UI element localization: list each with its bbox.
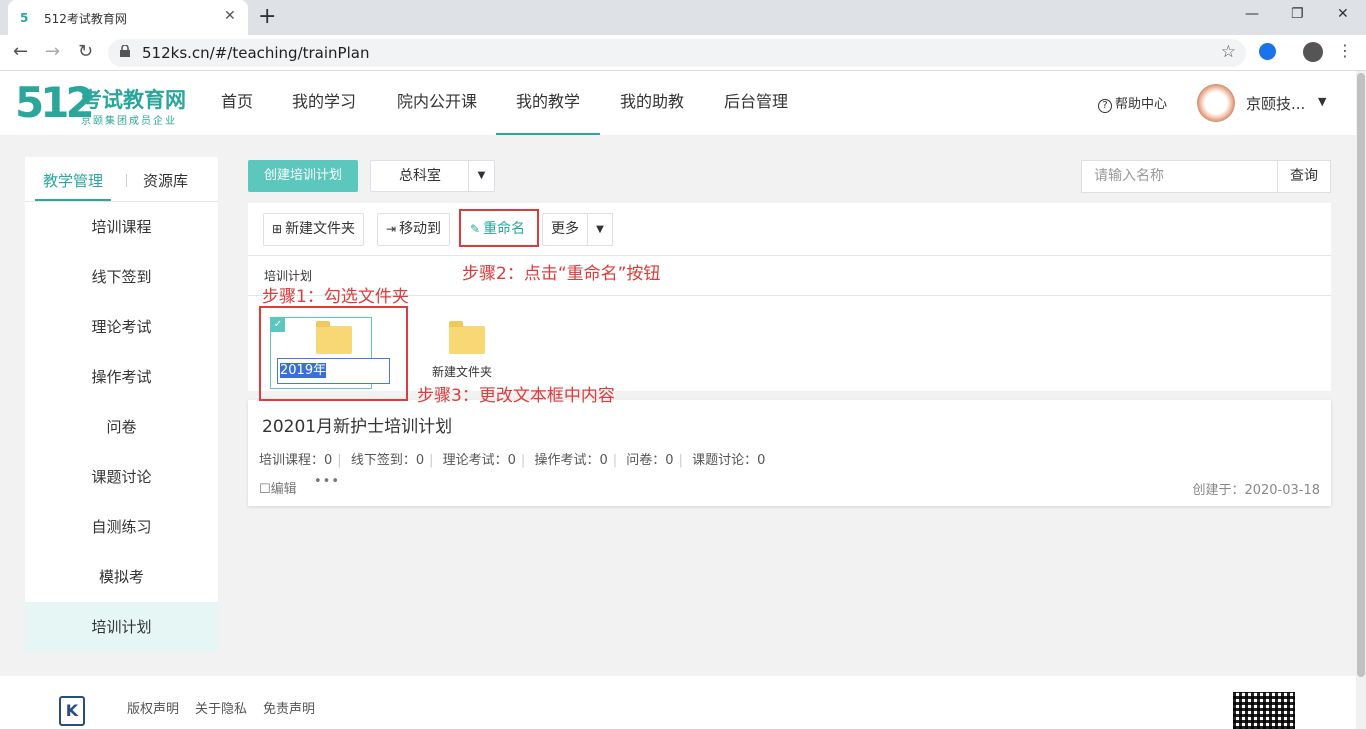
maximize-icon[interactable]: ❐: [1291, 6, 1304, 22]
annotation-step3: 步骤3：更改文本框中内容: [417, 386, 615, 406]
annotation-box-folder: [259, 306, 408, 401]
browser-tab[interactable]: 5 512考试教育网 ✕: [8, 0, 248, 35]
annotation-step2: 步骤2：点击“重命名”按钮: [462, 264, 661, 284]
help-center-link[interactable]: ? 帮助中心: [1098, 93, 1167, 113]
sidebar-item-questionnaire[interactable]: 问卷: [25, 402, 218, 452]
logo-name: 考试教育网: [81, 88, 186, 112]
search-input[interactable]: 请输入名称: [1081, 160, 1278, 193]
close-tab-icon[interactable]: ✕: [224, 8, 236, 24]
move-to-button[interactable]: ⇥ 移动到: [377, 213, 451, 246]
close-window-icon[interactable]: ✕: [1337, 6, 1349, 22]
browser-menu-icon[interactable]: ⋮: [1337, 42, 1353, 60]
extension-icon[interactable]: [1259, 43, 1276, 60]
more-button[interactable]: 更多: [542, 213, 588, 246]
logo-mark: 512: [15, 78, 95, 127]
username[interactable]: 京颐技...: [1246, 93, 1305, 114]
move-to-label: 移动到: [399, 221, 442, 237]
annotation-step1: 步骤1：勾选文件夹: [262, 287, 409, 307]
active-tab-indicator: [35, 199, 111, 201]
logo-slogan: 京颐集团成员企业: [81, 116, 177, 127]
nav-my-learning[interactable]: 我的学习: [282, 71, 366, 135]
footer-link-copyright[interactable]: 版权声明: [127, 698, 179, 717]
sidebar-item-training-plan[interactable]: 培训计划: [25, 602, 218, 652]
caret-down-icon[interactable]: ▼: [1318, 95, 1326, 108]
chevron-down-icon[interactable]: ▼: [468, 161, 494, 191]
back-icon[interactable]: ←: [13, 41, 28, 63]
add-folder-icon: ⊞: [272, 222, 283, 236]
address-bar: ← → ↻ 512ks.cn/#/teaching/trainPlan ☆: [0, 35, 1366, 71]
reload-icon[interactable]: ↻: [78, 41, 93, 63]
new-folder-label: 新建文件夹: [285, 221, 356, 237]
forward-icon[interactable]: →: [45, 41, 60, 63]
edit-icon: ☐: [259, 482, 271, 497]
footer: K 版权声明 关于隐私 免责声明: [0, 676, 1356, 729]
tab-teaching-management[interactable]: 教学管理: [43, 170, 103, 191]
scrollbar[interactable]: [1356, 71, 1366, 729]
nav-my-teaching[interactable]: 我的教学: [496, 71, 600, 135]
footer-link-privacy[interactable]: 关于隐私: [195, 698, 247, 717]
stat-practical-exam: 操作考试：0: [534, 453, 608, 468]
edit-button[interactable]: ☐编辑: [259, 478, 297, 497]
site-favicon-icon: 5: [20, 11, 29, 25]
move-icon: ⇥: [386, 222, 397, 236]
nav-my-assistant[interactable]: 我的助教: [610, 71, 694, 135]
folder-name: 新建文件夹: [432, 365, 493, 379]
help-label: 帮助中心: [1115, 97, 1168, 112]
nav-home[interactable]: 首页: [210, 71, 264, 135]
footer-logo: K: [59, 696, 85, 726]
department-select[interactable]: 总科室 ▼: [370, 160, 495, 192]
nav-admin[interactable]: 后台管理: [714, 71, 798, 135]
qr-code: [1233, 692, 1295, 729]
search-button[interactable]: 查询: [1277, 160, 1331, 193]
scrollbar-thumb[interactable]: [1357, 73, 1365, 677]
annotation-box-rename: [459, 209, 539, 247]
sidebar: 教学管理 资源库 培训课程 线下签到 理论考试 操作考试 问卷 课题讨论 自测练…: [25, 157, 218, 652]
folder-icon: [449, 321, 485, 354]
avatar[interactable]: [1197, 84, 1235, 122]
nav-open-courses[interactable]: 院内公开课: [386, 71, 488, 135]
sidebar-item-discussion[interactable]: 课题讨论: [25, 452, 218, 502]
sidebar-item-self-test[interactable]: 自测练习: [25, 502, 218, 552]
more-caret-icon[interactable]: ▼: [587, 213, 613, 246]
sidebar-item-mock-exam[interactable]: 模拟考: [25, 552, 218, 602]
sidebar-item-training-course[interactable]: 培训课程: [25, 202, 218, 252]
browser-tab-bar: 5 512考试教育网 ✕ + — ❐ ✕: [0, 0, 1366, 35]
lock-icon: [120, 45, 130, 57]
bookmark-star-icon[interactable]: ☆: [1221, 42, 1236, 62]
divider: [248, 295, 1331, 296]
sidebar-tabs: 教学管理 资源库: [25, 157, 218, 202]
training-plan-card[interactable]: 20201月新护士培训计划 培训课程：0 | 线下签到：0 | 理论考试：0 | 操作…: [248, 400, 1331, 506]
sidebar-item-offline-checkin[interactable]: 线下签到: [25, 252, 218, 302]
site-header: 512 考试教育网 京颐集团成员企业 首页 我的学习 院内公开课 我的教学 我的…: [0, 71, 1356, 135]
stat-discussion: 课题讨论：0: [692, 453, 766, 468]
department-value: 总科室: [399, 168, 441, 184]
tab-title: 512考试教育网: [44, 12, 127, 26]
site-logo[interactable]: 512 考试教育网 京颐集团成员企业: [15, 76, 195, 131]
url-text: 512ks.cn/#/teaching/trainPlan: [142, 44, 370, 62]
folder-panel: ⊞ 新建文件夹 ⇥ 移动到 ✎ 重命名 更多 ▼ 培训计划: [248, 203, 1331, 391]
plan-stats: 培训课程：0 | 线下签到：0 | 理论考试：0 | 操作考试：0 | 问卷：0 | 课题…: [259, 453, 766, 468]
profile-icon[interactable]: [1303, 42, 1323, 62]
more-options-icon[interactable]: •••: [314, 474, 340, 489]
tab-divider: [126, 174, 127, 187]
created-date: 创建于：2020-03-18: [1192, 483, 1320, 498]
sidebar-item-theory-exam[interactable]: 理论考试: [25, 302, 218, 352]
stat-theory-exam: 理论考试：0: [442, 453, 516, 468]
plan-title[interactable]: 20201月新护士培训计划: [262, 412, 452, 437]
url-field[interactable]: 512ks.cn/#/teaching/trainPlan ☆: [108, 39, 1246, 67]
divider: [248, 255, 1331, 256]
tab-resource-library[interactable]: 资源库: [143, 170, 188, 191]
new-tab-icon[interactable]: +: [258, 4, 276, 30]
stat-offline-checkin: 线下签到：0: [350, 453, 425, 468]
footer-link-disclaimer[interactable]: 免责声明: [263, 698, 315, 717]
stat-training-course: 培训课程：0: [259, 453, 333, 468]
sidebar-item-practical-exam[interactable]: 操作考试: [25, 352, 218, 402]
edit-label: 编辑: [270, 482, 297, 497]
stat-questionnaire: 问卷：0: [626, 453, 674, 468]
create-training-plan-button[interactable]: 创建培训计划: [248, 160, 358, 192]
minimize-icon[interactable]: —: [1245, 6, 1259, 22]
help-icon: ?: [1098, 99, 1112, 113]
new-folder-button[interactable]: ⊞ 新建文件夹: [263, 213, 365, 246]
